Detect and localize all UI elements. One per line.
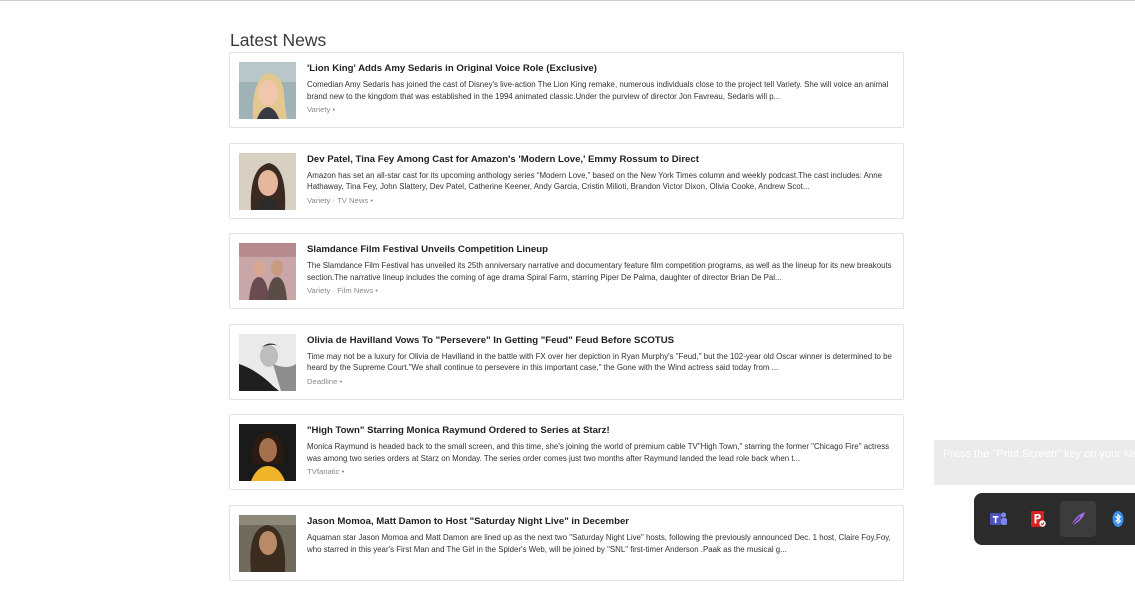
article-thumbnail[interactable] (239, 424, 296, 482)
article-summary: Comedian Amy Sedaris has joined the cast… (307, 80, 889, 101)
news-card[interactable]: Olivia de Havilland Vows To "Persevere" … (229, 323, 904, 400)
bluetooth-icon[interactable] (1100, 501, 1135, 537)
news-card[interactable]: Slamdance Film Festival Unveils Competit… (229, 233, 904, 310)
feather-pen-icon[interactable] (1060, 501, 1096, 537)
article-headline[interactable]: Slamdance Film Festival Unveils Competit… (307, 244, 893, 256)
article-summary: Monica Raymund is headed back to the sma… (307, 442, 890, 463)
news-card[interactable]: Dev Patel, Tina Fey Among Cast for Amazo… (229, 142, 904, 219)
article-source: TVfanatic • (307, 467, 345, 477)
article-headline[interactable]: Dev Patel, Tina Fey Among Cast for Amazo… (307, 154, 893, 166)
article-summary: Amazon has set an all-star cast for its … (307, 170, 883, 192)
article-thumbnail[interactable] (239, 62, 296, 119)
article-thumbnail[interactable] (239, 333, 296, 391)
notification-toast[interactable]: Press the "Print Screen" key on your key… (934, 440, 1135, 485)
page-title: Latest News (230, 29, 327, 50)
top-divider (0, 0, 1135, 1)
article-thumbnail[interactable] (239, 514, 296, 572)
article-headline[interactable]: "High Town" Starring Monica Raymund Orde… (307, 425, 893, 437)
article-summary: Time may not be a luxury for Olivia de H… (307, 351, 892, 373)
news-card[interactable]: Jason Momoa, Matt Damon to Host "Saturda… (229, 504, 904, 581)
article-summary: The Slamdance Film Festival has unveiled… (307, 261, 892, 282)
article-source: Variety · Film News • (307, 286, 378, 296)
taskbar-tray (974, 493, 1135, 545)
article-source: Variety • (307, 105, 336, 114)
news-card[interactable]: "High Town" Starring Monica Raymund Orde… (229, 414, 904, 491)
news-list: 'Lion King' Adds Amy Sedaris in Original… (229, 52, 904, 596)
article-headline[interactable]: Jason Momoa, Matt Damon to Host "Saturda… (307, 516, 893, 528)
article-thumbnail[interactable] (239, 152, 296, 210)
news-card[interactable]: 'Lion King' Adds Amy Sedaris in Original… (229, 52, 904, 128)
article-summary: Aquaman star Jason Momoa and Matt Damon … (307, 532, 891, 554)
article-source: Variety · TV News • (307, 195, 374, 205)
article-source: Deadline • (307, 376, 343, 386)
teams-icon[interactable] (980, 501, 1016, 537)
article-headline[interactable]: Olivia de Havilland Vows To "Persevere" … (307, 335, 893, 347)
article-headline[interactable]: 'Lion King' Adds Amy Sedaris in Original… (307, 63, 893, 75)
article-thumbnail[interactable] (239, 243, 296, 301)
pdf-reader-icon[interactable] (1020, 501, 1056, 537)
